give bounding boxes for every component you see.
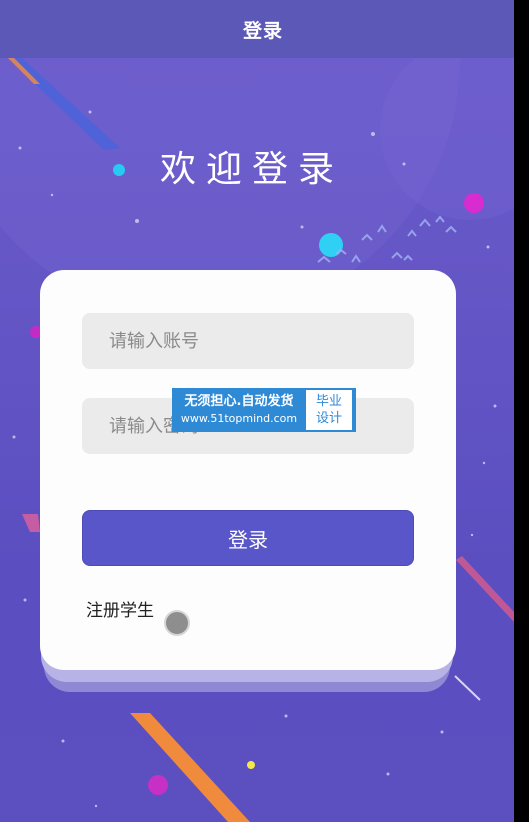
streak-top-left [8,58,120,150]
watermark-line1: 无须担心.自动发货 [184,394,294,409]
watermark-label: 毕业 设计 [306,390,352,430]
register-student-link[interactable]: 注册学生 [86,596,154,621]
header-bar: 登录 [0,0,514,58]
login-card: 登录 注册学生 [40,270,456,670]
bg-orb-small [380,40,514,220]
account-input[interactable] [82,313,414,369]
streak-right-white [454,675,481,701]
watermark-text: 无须担心.自动发货 www.51topmind.com [172,388,306,432]
watermark-line2: www.51topmind.com [180,412,298,425]
dot-magenta-right [464,193,484,213]
header-title: 登录 [242,19,283,42]
welcome-heading: 欢迎登录 [160,149,345,190]
watermark-label-line1: 毕业 [315,394,342,409]
touch-indicator [164,610,190,636]
screen-edge [514,0,529,822]
login-button-label: 登录 [228,527,268,552]
streak-right-pink [456,556,514,622]
login-screen: 登录 欢迎登录 登录 注册学生 无须担心.自动发货 www.51topmind.… [0,0,514,822]
dot-cyan-small [113,164,125,176]
streak-bottom-orange [130,713,250,822]
watermark-label-line2: 设计 [315,411,342,426]
dot-yellow [247,761,255,769]
streak-top-left-orange [8,58,40,84]
dot-cyan-large [319,233,343,257]
watermark-badge: 无须担心.自动发货 www.51topmind.com 毕业 设计 [172,388,356,432]
dot-magenta-bottom [148,775,168,795]
login-button[interactable]: 登录 [82,510,414,566]
streak-left-pink [22,514,40,532]
bird-flock [317,215,457,263]
